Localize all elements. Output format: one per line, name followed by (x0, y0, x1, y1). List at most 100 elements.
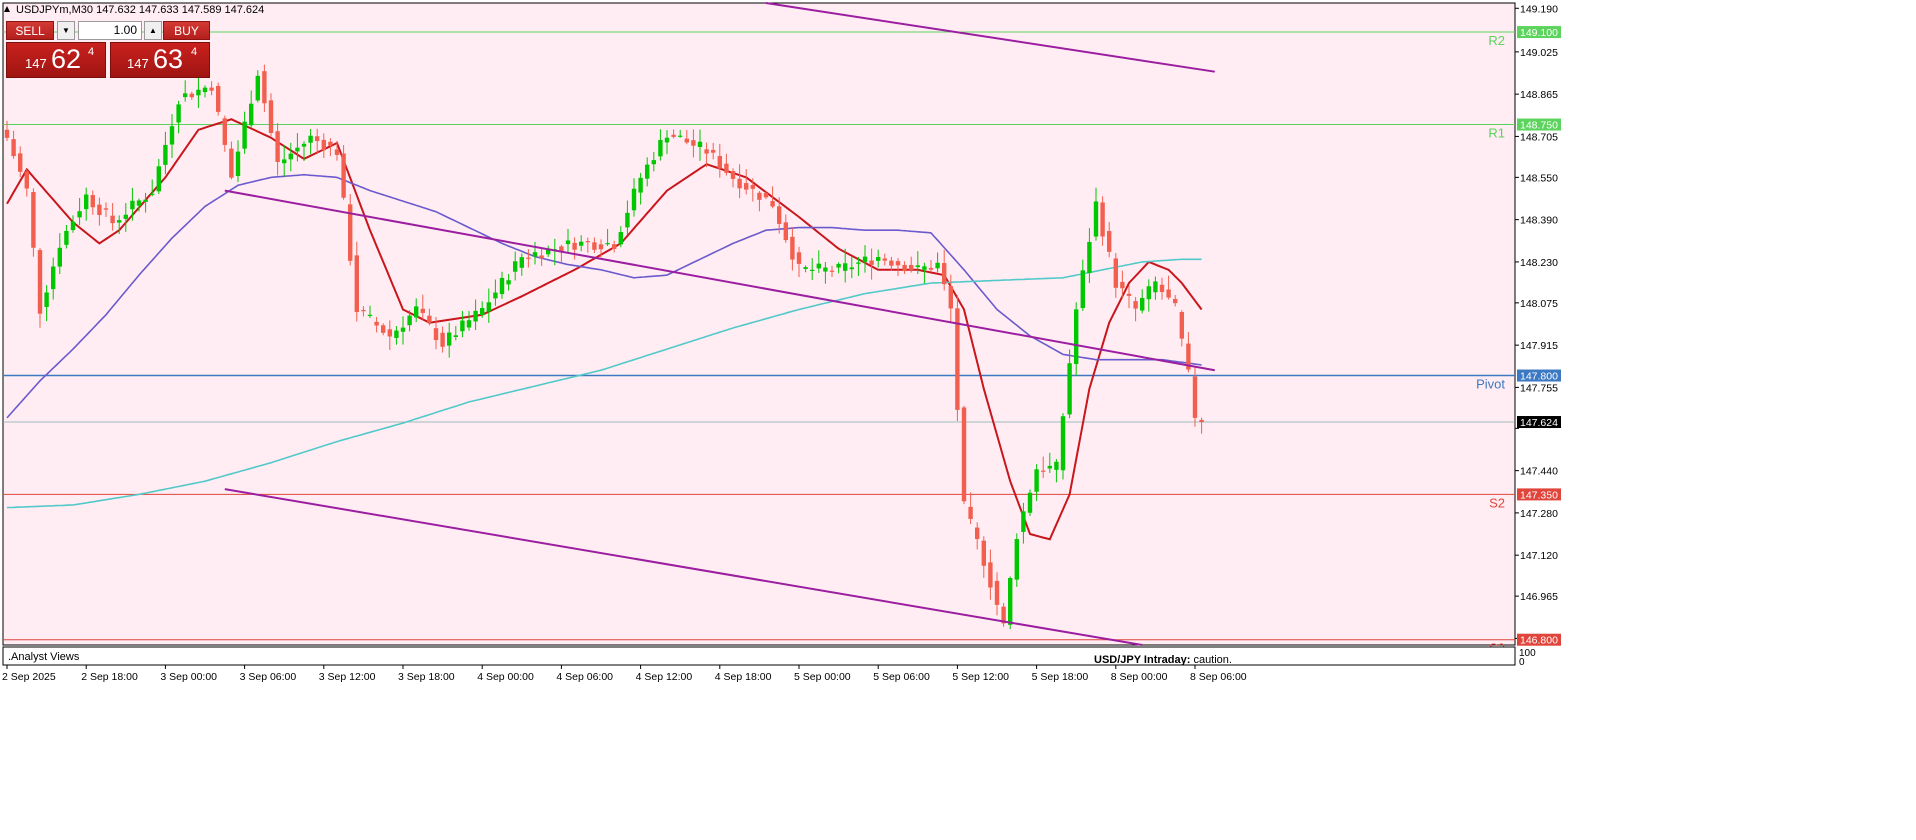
candle-bear (1126, 293, 1132, 296)
candle-bull (367, 314, 373, 317)
y-tick-label: 147.755 (1520, 382, 1558, 394)
candle-bull (57, 247, 62, 267)
buy-price-small: 147 (127, 56, 149, 71)
candle-bull (235, 151, 241, 177)
window-title: USDJPYm,M30 147.632 147.633 147.589 147.… (16, 4, 264, 16)
candle-bull (618, 232, 623, 245)
candle-bull (631, 188, 637, 211)
level-price-label-r1: 148.750 (1520, 120, 1558, 132)
candle-bear (975, 527, 980, 540)
candle-bear (895, 261, 901, 266)
candle-bull (658, 139, 663, 157)
current-price-label: 147.624 (1520, 417, 1558, 429)
candle-bear (829, 270, 835, 272)
candle-bear (744, 183, 749, 190)
candle-bear (961, 407, 967, 502)
candle-bull (447, 332, 452, 346)
candle-bear (354, 255, 359, 313)
candle-bull (202, 87, 208, 93)
candle-bear (11, 139, 16, 157)
caret-down-icon[interactable]: ▼ (57, 21, 75, 40)
candle-bear (1159, 284, 1165, 293)
y-tick-label: 146.965 (1520, 591, 1558, 603)
plot-background (2, 2, 1516, 646)
candle-bear (942, 263, 947, 285)
indicator-text: USD/JPY Intraday: caution. (1094, 654, 1232, 666)
candle-bear (24, 171, 29, 189)
candle-bull (876, 257, 881, 261)
level-price-label-pivot: 147.800 (1520, 371, 1558, 383)
candle-bull (697, 141, 703, 147)
candle-bull (242, 121, 247, 149)
candle-bull (506, 280, 511, 285)
buy-button[interactable]: BUY (163, 21, 210, 40)
candle-bull (823, 267, 828, 272)
x-tick-label: 5 Sep 00:00 (794, 671, 851, 683)
candle-bull (645, 164, 650, 179)
candle-bull (64, 230, 69, 245)
candle-bear (387, 329, 392, 337)
candle-bear (948, 286, 953, 309)
candle-bull (1146, 286, 1151, 300)
candle-bear (189, 93, 194, 98)
candle-bull (565, 240, 571, 245)
candle-bear (381, 325, 386, 333)
sell-price-big: 62 (51, 44, 82, 74)
candle-bear (222, 118, 227, 145)
candle-bull (1093, 201, 1099, 237)
candle-bear (730, 171, 736, 179)
candle-bear (750, 185, 755, 189)
candle-bull (843, 263, 848, 271)
x-tick-label: 2 Sep 2025 (2, 671, 56, 683)
candle-bear (737, 178, 742, 189)
candle-bull (1074, 309, 1079, 364)
candle-bear (671, 134, 676, 137)
buy-price[interactable]: 147 63 4 (110, 42, 210, 78)
candle-bear (592, 242, 597, 250)
candle-bull (130, 200, 135, 210)
candle-bear (321, 139, 326, 151)
candle-bull (1060, 416, 1066, 471)
y-tick-label: 147.915 (1520, 340, 1558, 352)
candle-bear (341, 153, 346, 198)
lot-size-input[interactable]: 1.00 (78, 21, 142, 40)
candle-bull (1027, 492, 1033, 513)
candle-bear (869, 260, 874, 265)
candle-bull (1054, 461, 1059, 470)
candle-bear (37, 250, 43, 314)
candle-bull (136, 200, 142, 206)
price-axis: 149.190 149.025 148.865 148.705 148.550 148.3… (1515, 3, 1561, 647)
sell-price[interactable]: 147 62 4 (6, 42, 106, 78)
y-tick-label: 148.550 (1520, 172, 1558, 184)
candle-bear (1192, 376, 1198, 418)
y-tick-label: 149.190 (1520, 3, 1558, 15)
candle-bull (407, 315, 412, 326)
y-tick-label: 147.440 (1520, 466, 1558, 478)
candle-bear (909, 264, 914, 270)
candle-bear (770, 201, 775, 207)
candle-bull (176, 104, 181, 123)
sell-button[interactable]: SELL (6, 21, 54, 40)
candle-bear (981, 540, 986, 566)
candle-bear (97, 204, 102, 216)
candle-bull (453, 335, 458, 337)
price-chart[interactable]: R2R1PivotS2S3 149.190149.025148.865148.7… (0, 0, 1916, 840)
candle-bull (1047, 465, 1052, 469)
candle-bear (757, 192, 762, 200)
buy-price-big: 63 (153, 44, 184, 74)
candle-bull (308, 135, 313, 143)
level-name-pivot: Pivot (1476, 377, 1505, 392)
candle-bull (935, 262, 940, 269)
x-tick-label: 4 Sep 18:00 (715, 671, 772, 683)
candle-bear (427, 315, 432, 323)
candle-bull (1067, 363, 1072, 415)
caret-up-icon[interactable]: ▲ (144, 21, 162, 40)
candle-bear (1113, 258, 1118, 288)
level-price-label-s2: 147.350 (1520, 489, 1558, 501)
candle-bull (150, 193, 155, 195)
candle-bull (922, 266, 927, 270)
candle-bear (612, 244, 617, 249)
candle-bear (1173, 298, 1178, 304)
candle-bull (282, 159, 287, 164)
candle-bear (790, 236, 795, 260)
